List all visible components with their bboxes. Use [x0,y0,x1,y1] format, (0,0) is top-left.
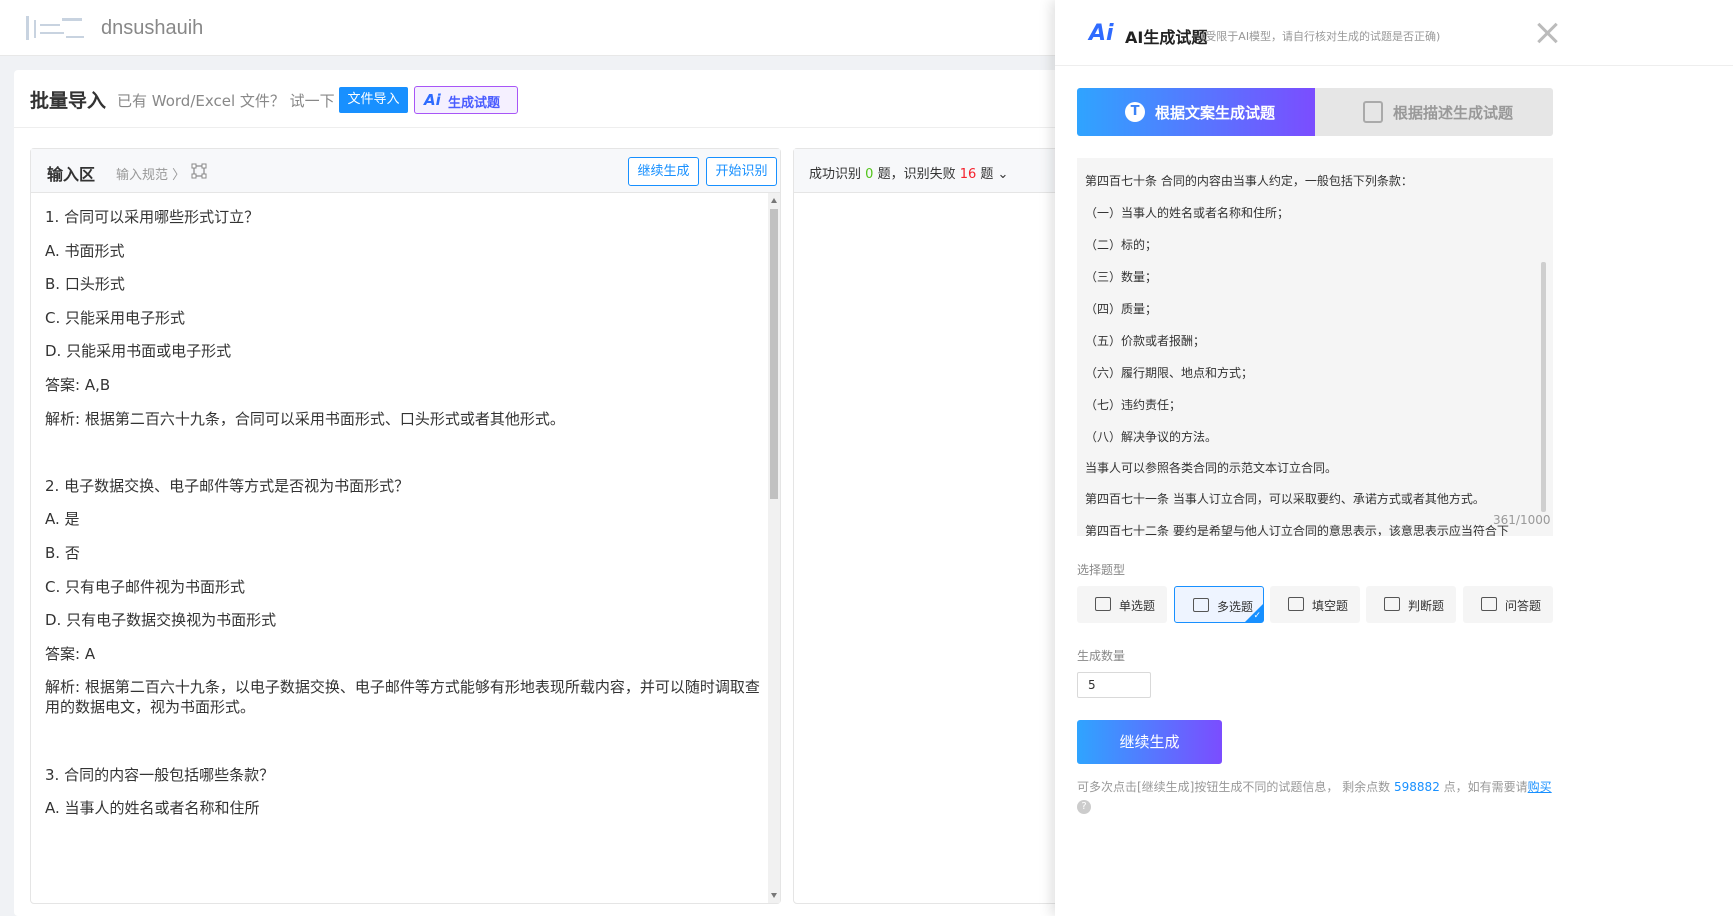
qtype-label: 单选题 [1119,599,1156,613]
generate-note: 可多次点击[继续生成]按钮生成不同的试题信息， 剩余点数 598882 点，如有… [1077,778,1552,795]
editor-line: 解析: 根据第二百六十九条，以电子数据交换、电子邮件等方式能够有形地表现所载内容… [45,678,760,717]
editor-line: C. 只能采用电子形式 [45,308,186,327]
continue-generate-button[interactable]: 继续生成 [628,157,699,186]
text-line: （一）当事人的姓名或者名称和住所； [1085,206,1290,220]
site-name: dnsushauih [101,17,204,39]
single-choice-icon [1095,597,1111,611]
result-header: 成功识别 0 题，识别失败 16 题 ⌄ [794,149,1092,193]
editor-line: 答案: A,B [45,375,111,394]
editor-line: D. 只能采用书面或电子形式 [45,342,232,361]
result-suffix: 题 ⌄ [980,167,1009,182]
bulk-import-desc: 已有 Word/Excel 文件？ 试一下 [117,92,335,110]
qtype-label: 判断题 [1408,599,1445,613]
close-icon[interactable] [1535,20,1561,46]
crop-icon[interactable] [191,163,207,179]
drawer-subtitle: (受限于AI模型，请自行核对生成的试题是否正确) [1201,30,1441,43]
text-line: 第四百七十条 合同的内容由当事人约定，一般包括下列条款： [1085,174,1413,188]
result-summary[interactable]: 成功识别 0 题，识别失败 16 题 ⌄ [809,163,1008,182]
buy-link[interactable]: 购买 [1528,780,1552,794]
editor-scrollbar[interactable] [768,193,780,903]
fill-blank-icon [1288,597,1304,611]
input-spec-link[interactable]: 输入规范 〉 [116,164,185,183]
qtype-true-false[interactable]: 判断题 [1366,586,1456,623]
help-icon[interactable]: ? [1077,800,1091,814]
ai-generate-label: 生成试题 [448,96,501,111]
file-import-button[interactable]: 文件导入 [339,87,408,113]
ai-generate-button[interactable]: Ai 生成试题 [414,86,518,114]
editor-line: D. 只有电子数据交换视为书面形式 [45,611,277,630]
true-false-icon [1384,597,1400,611]
tab-label: 根据描述生成试题 [1393,104,1514,122]
multiple-choice-icon [1193,598,1209,612]
qtype-fill-blank[interactable]: 填空题 [1270,586,1360,623]
editor-line: 解析: 根据第二百六十九条，合同可以采用书面形式、口头形式或者其他形式。 [45,409,565,428]
qtype-single-choice[interactable]: 单选题 [1077,586,1167,623]
text-line: （四）质量； [1085,302,1158,316]
input-editor[interactable]: 1. 合同可以采用哪些形式订立？ A. 书面形式 B. 口头形式 C. 只能采用… [45,207,761,832]
source-text-area[interactable]: 第四百七十条 合同的内容由当事人约定，一般包括下列条款： （一）当事人的姓名或者… [1077,158,1553,536]
text-line: 第四百七十一条 当事人订立合同，可以采取要约、承诺方式或者其他方式。 [1085,492,1485,506]
ai-icon: Ai [424,91,441,109]
check-icon: ✓ [1253,611,1261,621]
note-mid: 点，如有需要请 [1443,780,1528,794]
generate-count-input[interactable]: 5 [1077,672,1151,698]
text-line: （三）数量； [1085,270,1158,284]
scroll-thumb[interactable] [770,209,778,499]
editor-line: C. 只有电子邮件视为书面形式 [45,577,246,596]
editor-line: B. 口头形式 [45,275,125,294]
result-prefix: 成功识别 [809,167,862,182]
char-counter: 361/1000 [1493,513,1551,527]
note-prefix: 可多次点击[继续生成]按钮生成不同的试题信息， 剩余点数 [1077,780,1391,794]
generate-count-label: 生成数量 [1077,649,1126,663]
tab-by-text[interactable]: T 根据文案生成试题 [1077,88,1315,136]
text-line: （二）标的； [1085,238,1158,252]
qtype-question-answer[interactable]: 问答题 [1463,586,1553,623]
drawer-header: Ai AI生成试题 (受限于AI模型，请自行核对生成的试题是否正确) [1055,0,1733,66]
remaining-points: 598882 [1394,780,1440,794]
result-mid: 题，识别失败 [877,167,956,182]
ai-logo-icon: Ai [1089,21,1114,46]
question-type-label: 选择题型 [1077,563,1126,577]
text-line: （七）违约责任； [1085,398,1182,412]
qtype-label: 填空题 [1312,599,1349,613]
qtype-label: 问答题 [1505,599,1542,613]
tab-label: 根据文案生成试题 [1155,104,1276,122]
text-icon: T [1125,102,1145,122]
tab-by-description[interactable]: 根据描述生成试题 [1315,88,1553,136]
editor-line: A. 书面形式 [45,241,125,260]
text-line: 第四百七十二条 要约是希望与他人订立合同的意思表示，该意思表示应当符合下 [1085,524,1509,536]
page-title: 批量导入 [30,90,107,112]
input-area-title: 输入区 [47,165,96,184]
editor-line: 2. 电子数据交换、电子邮件等方式是否视为书面形式？ [45,476,410,495]
text-line: （五）价款或者报酬； [1085,334,1206,348]
result-panel: 成功识别 0 题，识别失败 16 题 ⌄ [793,148,1093,904]
input-panel-header: 输入区 输入规范 〉 继续生成 开始识别 [31,149,780,193]
editor-line: A. 当事人的姓名或者名称和住所 [45,799,260,818]
input-panel: 输入区 输入规范 〉 继续生成 开始识别 1. 合同可以采用哪些形式订立？ A.… [30,148,781,904]
start-recognize-button[interactable]: 开始识别 [706,157,777,186]
description-icon [1363,101,1383,123]
continue-generate-button[interactable]: 继续生成 [1077,720,1222,764]
editor-line: 3. 合同的内容一般包括哪些条款？ [45,765,275,784]
success-count: 0 [865,167,874,182]
editor-line: B. 否 [45,543,80,562]
logo [26,14,92,44]
drawer-title: AI生成试题 [1125,28,1208,47]
ai-generate-drawer: Ai AI生成试题 (受限于AI模型，请自行核对生成的试题是否正确) T 根据文… [1055,0,1733,916]
text-line: （六）履行期限、地点和方式； [1085,366,1254,380]
question-answer-icon [1481,597,1497,611]
fail-count: 16 [959,167,977,182]
qtype-multiple-choice[interactable]: 多选题 ✓ [1174,586,1264,623]
scroll-up-icon[interactable] [771,198,777,203]
editor-line: 答案: A [45,644,96,663]
text-line: 当事人可以参照各类合同的示范文本订立合同。 [1085,461,1338,475]
text-area-scrollbar[interactable] [1541,262,1546,512]
editor-line: 1. 合同可以采用哪些形式订立？ [45,208,260,226]
scroll-down-icon[interactable] [771,893,777,898]
text-line: （八）解决争议的方法。 [1085,430,1218,444]
editor-line: A. 是 [45,510,80,529]
